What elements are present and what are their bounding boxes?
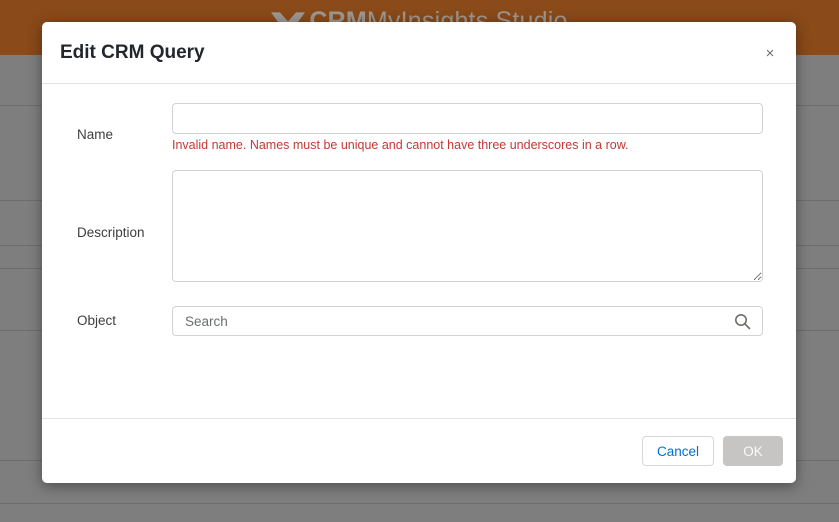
- description-label: Description: [77, 225, 145, 241]
- table-row-divider: [0, 503, 839, 504]
- modal-header: Edit CRM Query ×: [42, 22, 796, 84]
- name-error-message: Invalid name. Names must be unique and c…: [172, 137, 629, 153]
- modal-title: Edit CRM Query: [60, 42, 205, 64]
- app-root: CRMMyInsights Studio Edit CRM Query × Na…: [0, 0, 839, 522]
- cancel-button[interactable]: Cancel: [642, 436, 714, 466]
- edit-crm-query-modal: Edit CRM Query × Name Invalid name. Name…: [42, 22, 796, 483]
- description-textarea[interactable]: [172, 170, 763, 282]
- ok-button[interactable]: OK: [723, 436, 783, 466]
- object-search-input[interactable]: [172, 306, 763, 336]
- footer-divider: [42, 418, 796, 419]
- object-label: Object: [77, 313, 116, 329]
- close-icon[interactable]: ×: [758, 42, 782, 66]
- name-input[interactable]: [172, 103, 763, 134]
- name-label: Name: [77, 127, 113, 143]
